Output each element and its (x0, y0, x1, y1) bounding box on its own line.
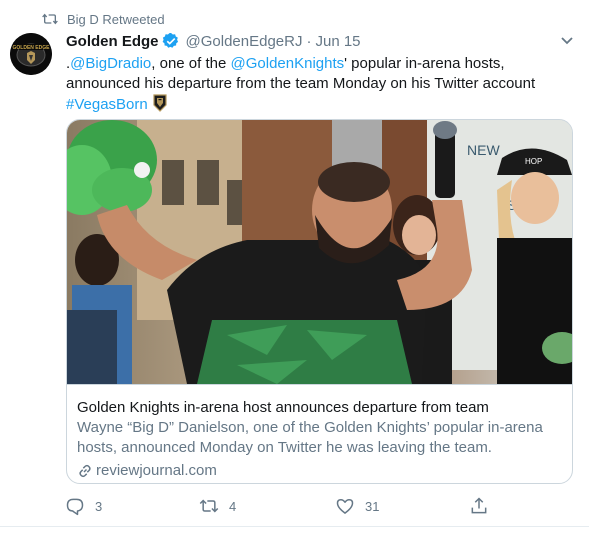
tweet-header: Golden Edge @GoldenEdgeRJ · Jun 15 (66, 31, 361, 51)
reply-button[interactable]: 3 (65, 494, 102, 518)
tweet-actions: 3 4 31 (56, 494, 496, 518)
next-tweet-edge (0, 527, 589, 541)
avatar[interactable]: GOLDEN EDGE (10, 33, 52, 75)
card-description: Wayne “Big D” Danielson, one of the Gold… (77, 419, 543, 456)
card-title: Golden Knights in-arena host announces d… (77, 399, 489, 416)
link-card[interactable]: NEW S3 HOP (66, 119, 573, 484)
golden-edge-logo-icon: GOLDEN EDGE (10, 33, 52, 75)
retweet-button[interactable]: 4 (199, 494, 236, 518)
tweet-date[interactable]: Jun 15 (315, 33, 360, 50)
verified-badge-icon (162, 33, 178, 48)
golden-knights-helmet-icon (153, 94, 167, 112)
tweet-text-part-1: , one of the (151, 55, 231, 72)
header-separator: · (306, 32, 312, 50)
card-photo: NEW S3 HOP (67, 120, 572, 384)
mention-goldenknights[interactable]: @GoldenKnights (231, 55, 345, 72)
like-count: 31 (365, 498, 380, 514)
heart-icon (336, 499, 354, 514)
cap-text: HOP (525, 157, 542, 166)
retweet-icon (42, 13, 58, 25)
mention-bigdradio[interactable]: @BigDradio (70, 55, 151, 72)
share-icon (471, 497, 487, 514)
share-button[interactable] (469, 494, 489, 518)
card-domain: reviewjournal.com (77, 461, 564, 481)
retweet-action-icon (199, 499, 219, 513)
retweeted-by-label: Big D Retweeted (67, 11, 165, 27)
tweet-text: .@BigDradio, one of the @GoldenKnights' … (66, 54, 571, 115)
card-image[interactable]: NEW S3 HOP (67, 120, 572, 384)
tweet-container[interactable]: Big D Retweeted GOLDEN EDGE Golden Edge … (0, 0, 589, 527)
card-domain-text: reviewjournal.com (96, 462, 217, 479)
chevron-down-icon (561, 37, 573, 45)
hashtag-vegasborn[interactable]: #VegasBorn (66, 96, 148, 113)
reply-count: 3 (95, 498, 103, 514)
link-icon (79, 464, 91, 478)
card-text-area[interactable]: Golden Knights in-arena host announces d… (67, 384, 572, 483)
retweet-count: 4 (229, 498, 237, 514)
retweet-context[interactable]: Big D Retweeted (42, 11, 165, 27)
reply-icon (66, 498, 84, 516)
like-button[interactable]: 31 (335, 494, 379, 518)
svg-text:NEW: NEW (467, 142, 500, 158)
author-handle[interactable]: @GoldenEdgeRJ (186, 33, 303, 50)
author-name[interactable]: Golden Edge (66, 33, 159, 50)
more-options-button[interactable] (556, 31, 578, 51)
svg-text:GOLDEN EDGE: GOLDEN EDGE (13, 45, 51, 51)
